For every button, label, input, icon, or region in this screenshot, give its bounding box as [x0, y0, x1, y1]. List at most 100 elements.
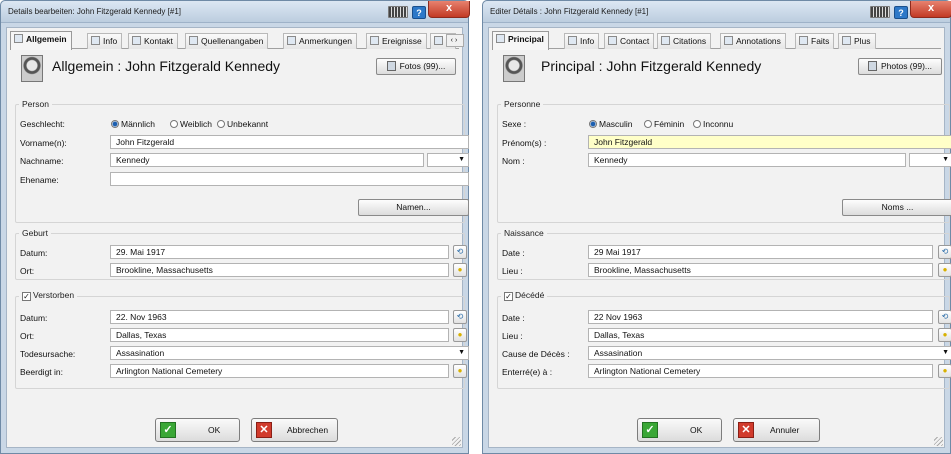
birth-date-field[interactable]: 29 Mai 1917: [588, 245, 933, 259]
firstname-label: Prénom(s) :: [502, 138, 547, 148]
title-bar[interactable]: Details bearbeiten: John Fitzgerald Kenn…: [1, 1, 470, 23]
birth-date-field[interactable]: 29. Mai 1917: [110, 245, 449, 259]
buried-field[interactable]: Arlington National Cemetery: [588, 364, 933, 378]
gender-label: Geschlecht:: [20, 119, 65, 129]
firstname-label: Vorname(n):: [20, 138, 67, 148]
radio-selected-icon: [111, 120, 119, 128]
names-button[interactable]: Noms ...: [842, 199, 951, 216]
tab-contact[interactable]: Contact: [604, 33, 655, 49]
tab-kontakt[interactable]: Kontakt: [128, 33, 178, 49]
tab-quellenangaben[interactable]: Quellenangaben: [185, 33, 269, 49]
cause-of-death-dropdown[interactable]: Assasination ▼: [110, 346, 469, 360]
gender-label: Sexe :: [502, 119, 527, 129]
marriedname-field[interactable]: [110, 172, 469, 186]
chevron-down-icon: ▼: [942, 349, 949, 356]
gender-male-radio[interactable]: Masculin: [589, 119, 633, 129]
death-date-field[interactable]: 22. Nov 1963: [110, 310, 449, 324]
lastname-field[interactable]: Kennedy: [588, 153, 906, 167]
title-bar[interactable]: Editer Détails : John Fitzgerald Kennedy…: [483, 1, 951, 23]
buried-field[interactable]: Arlington National Cemetery: [110, 364, 449, 378]
info-icon: [91, 36, 100, 45]
birth-legend: Naissance: [501, 228, 547, 238]
notes-icon: [287, 36, 296, 45]
radio-icon: [217, 120, 225, 128]
tab-faits[interactable]: Faits: [795, 33, 835, 49]
deceased-checkbox[interactable]: ✓ Décédé: [501, 290, 548, 301]
birth-date-label: Datum:: [20, 248, 48, 258]
cause-label: Todesursache:: [20, 349, 76, 359]
gender-unknown-radio[interactable]: Inconnu: [693, 119, 733, 129]
tab-plus[interactable]: Plus: [838, 33, 876, 49]
date-link-icon[interactable]: ⟲: [453, 245, 467, 259]
tab-info[interactable]: Info: [87, 33, 123, 49]
gender-male-radio[interactable]: Männlich: [111, 119, 155, 129]
gender-female-radio[interactable]: Weiblich: [170, 119, 212, 129]
more-icon: [842, 36, 851, 45]
events-icon: [370, 36, 379, 45]
birth-place-field[interactable]: Brookline, Massachusetts: [588, 263, 933, 277]
death-place-field[interactable]: Dallas, Texas: [110, 328, 449, 342]
date-link-icon[interactable]: ⟲: [938, 245, 951, 259]
names-button[interactable]: Namen...: [358, 199, 469, 216]
surname-prefix-dropdown[interactable]: ▼: [909, 153, 951, 167]
firstname-field[interactable]: John Fitzgerald: [110, 135, 469, 149]
tab-scroll-arrows[interactable]: ‹›: [446, 34, 464, 47]
page-title: Allgemein : John Fitzgerald Kennedy: [52, 58, 281, 74]
tab-ereignisse[interactable]: Ereignisse: [366, 33, 427, 49]
death-place-field[interactable]: Dallas, Texas: [588, 328, 933, 342]
resize-grip[interactable]: [452, 437, 461, 446]
tab-annotations[interactable]: Annotations: [720, 33, 786, 49]
tab-allgemein[interactable]: Allgemein: [10, 31, 72, 50]
keyboard-icon[interactable]: [388, 6, 408, 18]
date-link-icon[interactable]: ⟲: [453, 310, 467, 324]
date-link-icon[interactable]: ⟲: [938, 310, 951, 324]
help-button[interactable]: ?: [894, 6, 908, 19]
tab-anmerkungen[interactable]: Anmerkungen: [283, 33, 357, 49]
cancel-button[interactable]: ✕ Abbrechen: [251, 418, 338, 442]
citations-icon: [661, 36, 670, 45]
lightbulb-icon[interactable]: ●: [453, 328, 467, 342]
tab-citations[interactable]: Citations: [657, 33, 712, 49]
close-button[interactable]: x: [428, 1, 470, 18]
lastname-label: Nom :: [502, 156, 525, 166]
deceased-checkbox[interactable]: ✓ Verstorben: [19, 290, 78, 301]
lastname-label: Nachname:: [20, 156, 64, 166]
cancel-button[interactable]: ✕ Annuler: [733, 418, 820, 442]
chevron-down-icon: ▼: [458, 349, 465, 356]
help-button[interactable]: ?: [412, 6, 426, 19]
tab-info[interactable]: Info: [564, 33, 600, 49]
cause-of-death-dropdown[interactable]: Assasination ▼: [588, 346, 951, 360]
lightbulb-icon[interactable]: ●: [938, 263, 951, 277]
lastname-field[interactable]: Kennedy: [110, 153, 424, 167]
birth-place-field[interactable]: Brookline, Massachusetts: [110, 263, 449, 277]
tab-principal[interactable]: Principal: [492, 31, 549, 50]
close-icon: ✕: [738, 422, 754, 438]
death-date-field[interactable]: 22 Nov 1963: [588, 310, 933, 324]
radio-icon: [170, 120, 178, 128]
ok-button[interactable]: ✓ OK: [155, 418, 240, 442]
surname-prefix-dropdown[interactable]: ▼: [427, 153, 469, 167]
contact-icon: [132, 36, 141, 45]
events-icon: [799, 36, 808, 45]
lightbulb-icon[interactable]: ●: [938, 328, 951, 342]
close-button[interactable]: x: [910, 1, 951, 18]
gender-unknown-radio[interactable]: Unbekannt: [217, 119, 268, 129]
citations-icon: [189, 36, 198, 45]
lightbulb-icon[interactable]: ●: [453, 263, 467, 277]
keyboard-icon[interactable]: [870, 6, 890, 18]
resize-grip[interactable]: [934, 437, 943, 446]
birth-place-label: Lieu :: [502, 266, 523, 276]
tab-bar: Allgemein Info Kontakt Quellenangaben An…: [10, 31, 464, 50]
lightbulb-icon[interactable]: ●: [453, 364, 467, 378]
firstname-field[interactable]: John Fitzgerald: [588, 135, 951, 149]
lightbulb-icon[interactable]: ●: [938, 364, 951, 378]
dialog-content: Allgemein Info Kontakt Quellenangaben An…: [6, 27, 469, 448]
checkbox-checked-icon: ✓: [504, 292, 513, 301]
gender-female-radio[interactable]: Féminin: [644, 119, 684, 129]
buried-label: Enterré(e) à :: [502, 367, 553, 377]
checkmark-icon: ✓: [642, 422, 658, 438]
photos-button[interactable]: Fotos (99)...: [376, 58, 456, 75]
photos-button[interactable]: Photos (99)...: [858, 58, 942, 75]
ok-button[interactable]: ✓ OK: [637, 418, 722, 442]
notes-icon: [724, 36, 733, 45]
